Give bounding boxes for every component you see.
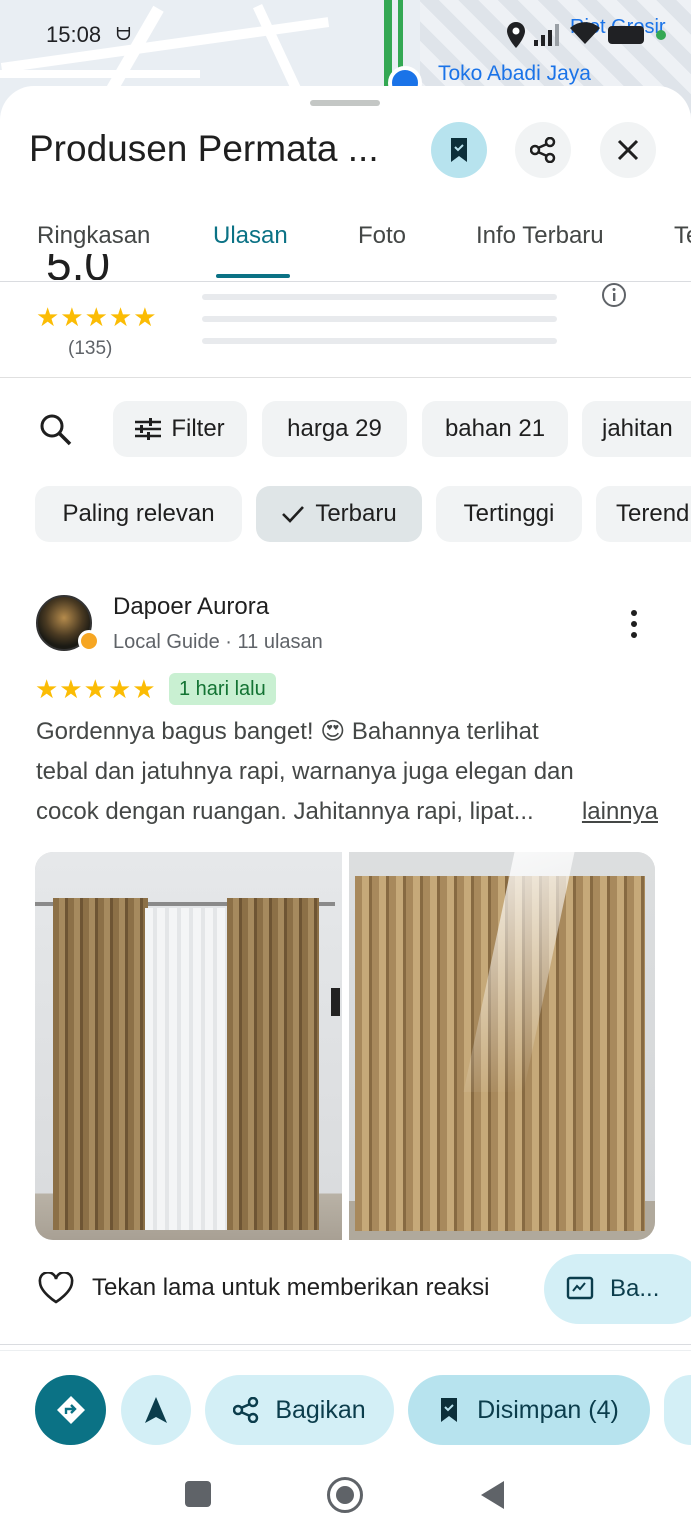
rating-count: (135) [68,338,113,359]
notification-icon: ᗨ [116,24,131,44]
recents-icon[interactable] [185,1481,211,1507]
chip-jahitan[interactable]: jahitan [582,401,691,457]
directions-button[interactable] [35,1375,106,1445]
divider [0,1350,691,1351]
review-edit-icon [566,1276,594,1300]
read-more-link[interactable]: lainnya [582,792,658,832]
review-text-line: cocok dengan ruangan. Jahitannya rapi, l… [36,798,534,825]
review-author[interactable]: Dapoer Aurora [113,593,269,621]
back-icon[interactable] [480,1480,506,1510]
tab-ulasan[interactable]: Ulasan [213,222,288,250]
battery-icon [608,26,644,44]
directions-icon [56,1396,85,1424]
share-icon [233,1397,259,1423]
chip-harga[interactable]: harga 29 [262,401,407,457]
sort-terbaru-label: Terbaru [315,500,397,527]
tune-icon [135,418,162,440]
heart-icon[interactable] [38,1272,74,1304]
reply-label: Ba... [610,1275,660,1302]
wifi-icon [570,22,600,44]
privacy-dot-icon [656,30,666,40]
system-nav-bar [0,1456,691,1536]
tab-overflow[interactable]: Te [674,222,691,250]
rating-stars: ★★★★★ [36,302,158,332]
tab-ringkasan[interactable]: Ringkasan [37,222,150,250]
rating-bar [202,294,557,300]
share-icon [530,137,556,163]
active-tab-indicator [216,274,290,278]
status-bar: 15:08 ᗨ [46,18,671,58]
rating-bar [202,338,557,344]
reply-button[interactable]: Ba... [544,1254,691,1324]
home-icon[interactable] [327,1477,363,1513]
bookmark-icon [441,1398,458,1422]
share-button[interactable] [515,122,571,178]
review-stars: ★★★★★ [35,674,157,704]
review-text[interactable]: Gordennya bagus banget! 😍 Bahannya terli… [36,712,658,832]
bookmark-icon [451,138,467,162]
sort-tertinggi[interactable]: Tertinggi [436,486,582,542]
tab-info-terbaru[interactable]: Info Terbaru [476,222,604,250]
sort-terendah[interactable]: Terend [596,486,691,542]
status-time: 15:08 [46,22,102,47]
drag-handle[interactable] [310,100,380,106]
share-pill-button[interactable]: Bagikan [205,1375,394,1445]
close-button[interactable] [600,122,656,178]
divider [0,1344,691,1345]
review-author-meta: Local Guide · 11 ulasan [113,631,323,653]
share-pill-label: Bagikan [275,1395,366,1424]
chip-bahan[interactable]: bahan 21 [422,401,568,457]
place-title: Produsen Permata ... [29,128,379,169]
info-icon[interactable] [601,282,627,308]
review-text-line: Gordennya bagus banget! 😍 Bahannya terli… [36,718,539,745]
saved-pill-button[interactable]: Disimpan (4) [408,1375,650,1445]
location-icon [507,22,525,48]
review-photo[interactable] [349,852,655,1240]
review-text-line-3: cocok dengan ruangan. Jahitannya rapi, l… [36,792,658,832]
search-icon[interactable] [38,412,74,448]
map-place-label[interactable]: Toko Abadi Jaya [438,62,591,86]
react-hint[interactable]: Tekan lama untuk memberikan reaksi [92,1274,490,1302]
sort-terbaru[interactable]: Terbaru [256,486,422,542]
rating-bar [202,316,557,322]
save-button[interactable] [431,122,487,178]
navigate-button[interactable] [121,1375,191,1445]
review-photo[interactable] [35,852,342,1240]
more-options-icon[interactable] [628,609,640,639]
local-guide-badge-icon [78,630,100,652]
signal-icon [534,24,559,46]
filter-button[interactable]: Filter [113,401,247,457]
rating-value: 5,0 [46,254,110,280]
review-time-badge: 1 hari lalu [169,673,276,705]
rating-summary: 5,0 ★★★★★ (135) [0,254,691,378]
close-icon [617,139,639,161]
review-text-line: tebal dan jatuhnya rapi, warnanya juga e… [36,758,574,785]
navigation-arrow-icon [145,1397,167,1423]
saved-pill-label: Disimpan (4) [477,1395,619,1424]
sort-paling-relevan[interactable]: Paling relevan [35,486,242,542]
tab-foto[interactable]: Foto [358,222,406,250]
filter-label: Filter [171,415,225,442]
check-icon [282,506,305,523]
